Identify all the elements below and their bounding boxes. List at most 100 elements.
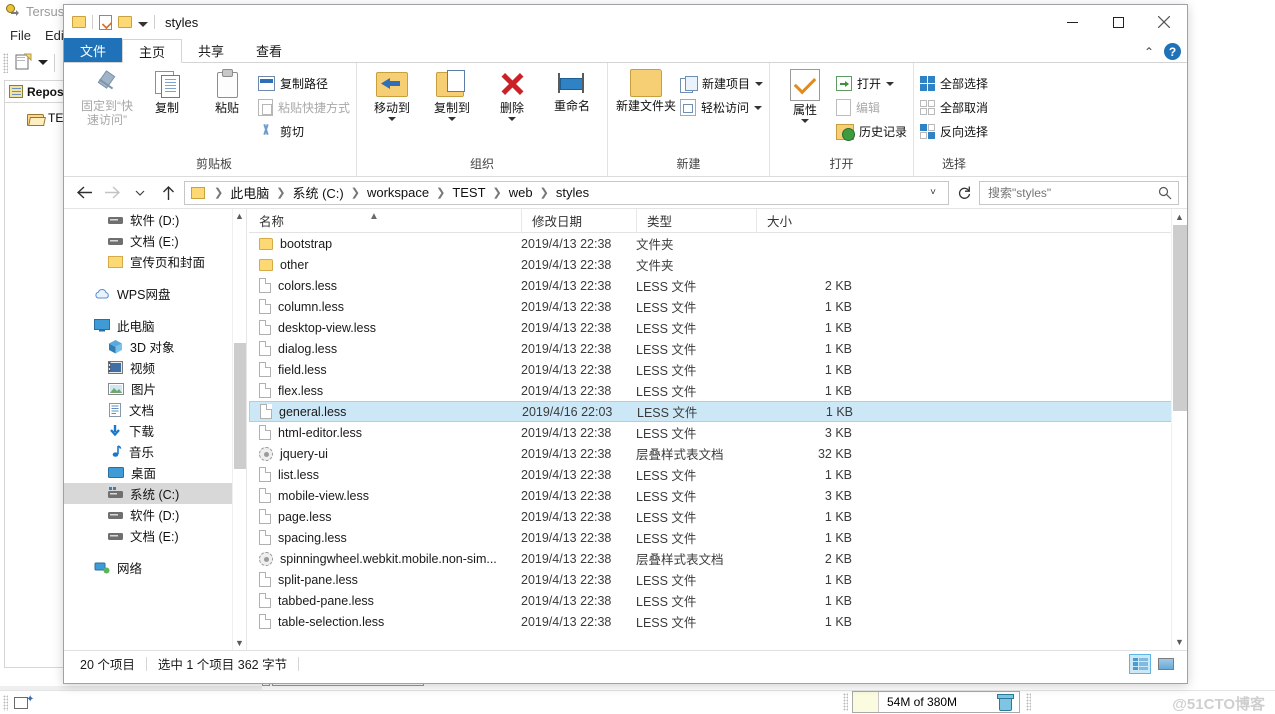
breadcrumb-styles[interactable]: styles	[554, 185, 591, 200]
ribbon-tab-home[interactable]: 主页	[122, 39, 183, 63]
breadcrumb-workspace[interactable]: workspace	[365, 185, 431, 200]
scroll-up-icon[interactable]: ▲	[233, 209, 246, 223]
delete-button[interactable]: 删除	[483, 67, 541, 121]
menu-file[interactable]: File	[10, 28, 31, 43]
pin-to-quick-access-button[interactable]: 固定到“快速访问”	[78, 67, 136, 127]
new-item-button[interactable]: 新建项目	[680, 73, 764, 94]
table-row[interactable]: spinningwheel.webkit.mobile.non-sim... 20…	[249, 548, 1187, 569]
column-headers[interactable]: 名称 ▲ 修改日期 类型 大小	[249, 208, 1187, 233]
view-buttons[interactable]	[1129, 654, 1177, 674]
history-button[interactable]: 历史记录	[836, 121, 907, 142]
nav-item-documents-e-2[interactable]: 文档 (E:)	[64, 525, 234, 546]
window-controls[interactable]	[1049, 5, 1187, 39]
table-row[interactable]: other 2019/4/13 22:38 文件夹	[249, 254, 1187, 275]
chevron-down-icon[interactable]	[801, 119, 810, 123]
chevron-down-icon[interactable]: ˅	[922, 181, 944, 205]
rename-button[interactable]: 重命名	[543, 67, 601, 113]
forward-button[interactable]	[100, 181, 124, 205]
nav-item-promo-folder[interactable]: 宣传页和封面	[64, 251, 234, 272]
table-row[interactable]: mobile-view.less 2019/4/13 22:38 LESS 文件 3 …	[249, 485, 1187, 506]
copy-to-button[interactable]: 复制到	[423, 67, 481, 121]
cut-button[interactable]: 剪切	[258, 121, 350, 142]
nav-item-3d-objects[interactable]: 3D 对象	[64, 336, 234, 357]
table-row[interactable]: table-selection.less 2019/4/13 22:38 LESS …	[249, 611, 1187, 632]
new-folder-icon[interactable]	[118, 16, 132, 28]
chevron-down-icon[interactable]	[388, 117, 397, 121]
refresh-button[interactable]	[953, 181, 975, 205]
large-icons-view-button[interactable]	[1155, 654, 1177, 674]
nav-scrollbar-thumb[interactable]	[234, 343, 246, 469]
chevron-down-icon[interactable]	[886, 81, 895, 86]
recent-locations-button[interactable]	[128, 181, 152, 205]
copy-path-button[interactable]: 复制路径	[258, 73, 350, 94]
paste-shortcut-button[interactable]: 粘贴快捷方式	[258, 97, 350, 118]
minimize-button[interactable]	[1049, 5, 1095, 39]
ribbon-tab-share[interactable]: 共享	[182, 38, 240, 62]
column-header-size[interactable]: 大小	[756, 208, 866, 233]
paste-button[interactable]: 粘贴	[198, 67, 256, 115]
nav-item-network[interactable]: 网络	[64, 557, 234, 578]
breadcrumb-test[interactable]: TEST	[450, 185, 487, 200]
edit-button[interactable]: 编辑	[836, 97, 907, 118]
table-row[interactable]: bootstrap 2019/4/13 22:38 文件夹	[249, 233, 1187, 254]
toolbar-grip[interactable]	[3, 53, 8, 73]
nav-item-pictures[interactable]: 图片	[64, 378, 234, 399]
chevron-down-icon[interactable]	[138, 21, 148, 27]
toolbar-dropdown-caret[interactable]	[38, 60, 48, 65]
folder-icon[interactable]	[72, 16, 86, 28]
table-row[interactable]: page.less 2019/4/13 22:38 LESS 文件 1 KB	[249, 506, 1187, 527]
chevron-down-icon[interactable]	[755, 81, 764, 86]
nav-item-this-pc[interactable]: 此电脑	[64, 315, 234, 336]
table-row[interactable]: list.less 2019/4/13 22:38 LESS 文件 1 KB	[249, 464, 1187, 485]
nav-item-system-c[interactable]: 系统 (C:)	[64, 483, 234, 504]
table-row[interactable]: spacing.less 2019/4/13 22:38 LESS 文件 1 KB	[249, 527, 1187, 548]
back-button[interactable]	[72, 181, 96, 205]
table-row[interactable]: html-editor.less 2019/4/13 22:38 LESS 文件 3 …	[249, 422, 1187, 443]
select-all-button[interactable]: 全部选择	[920, 73, 988, 94]
nav-item-software-d-2[interactable]: 软件 (D:)	[64, 504, 234, 525]
table-row[interactable]: general.less 2019/4/16 22:03 LESS 文件 1 KB	[249, 401, 1187, 422]
table-row[interactable]: jquery-ui 2019/4/13 22:38 层叠样式表文档 32 KB	[249, 443, 1187, 464]
column-header-type[interactable]: 类型	[636, 208, 756, 233]
details-view-button[interactable]	[1129, 654, 1151, 674]
tree-item-test[interactable]: TE	[27, 111, 63, 126]
nav-item-documents[interactable]: 文档	[64, 399, 234, 420]
scroll-down-icon[interactable]: ▼	[233, 636, 246, 650]
garbage-collect-icon[interactable]	[996, 693, 1014, 711]
ribbon-tab-view[interactable]: 查看	[240, 38, 298, 62]
table-row[interactable]: split-pane.less 2019/4/13 22:38 LESS 文件 1 K…	[249, 569, 1187, 590]
table-row[interactable]: tabbed-pane.less 2019/4/13 22:38 LESS 文件 1 …	[249, 590, 1187, 611]
chevron-up-icon[interactable]: ⌃	[1144, 45, 1154, 59]
help-icon[interactable]: ?	[1164, 43, 1181, 60]
search-box[interactable]	[979, 180, 1179, 205]
table-row[interactable]: colors.less 2019/4/13 22:38 LESS 文件 2 KB	[249, 275, 1187, 296]
invert-selection-button[interactable]: 反向选择	[920, 121, 988, 142]
ribbon-tab-file[interactable]: 文件	[64, 38, 123, 62]
table-row[interactable]: desktop-view.less 2019/4/13 22:38 LESS 文件 1…	[249, 317, 1187, 338]
list-scrollbar-thumb[interactable]	[1173, 225, 1187, 411]
breadcrumb-web[interactable]: web	[507, 185, 535, 200]
nav-item-downloads[interactable]: 下载	[64, 420, 234, 441]
close-button[interactable]	[1141, 5, 1187, 39]
properties-icon[interactable]	[99, 14, 112, 30]
table-row[interactable]: column.less 2019/4/13 22:38 LESS 文件 1 KB	[249, 296, 1187, 317]
table-row[interactable]: dialog.less 2019/4/13 22:38 LESS 文件 1 KB	[249, 338, 1187, 359]
quick-access-toolbar[interactable]: styles	[64, 14, 198, 30]
easy-access-button[interactable]: 轻松访问	[680, 97, 763, 118]
tersus-menubar[interactable]: File Edit	[0, 24, 67, 46]
properties-button[interactable]: 属性	[776, 67, 834, 123]
scroll-down-icon[interactable]: ▼	[1172, 634, 1187, 650]
table-row[interactable]: flex.less 2019/4/13 22:38 LESS 文件 1 KB	[249, 380, 1187, 401]
heap-status-widget[interactable]: 54M of 380M	[852, 691, 1020, 713]
chevron-down-icon[interactable]	[508, 117, 517, 121]
nav-item-documents-e[interactable]: 文档 (E:)	[64, 230, 234, 251]
navigation-pane[interactable]: 软件 (D:) 文档 (E:) 宣传页和封面 WPS网盘 此电脑 3D 对象 视…	[64, 209, 246, 650]
nav-item-software-d[interactable]: 软件 (D:)	[64, 209, 234, 230]
select-none-button[interactable]: 全部取消	[920, 97, 988, 118]
open-button[interactable]: 打开	[836, 73, 907, 94]
file-rows[interactable]: bootstrap 2019/4/13 22:38 文件夹 other 2019/4/1…	[249, 233, 1187, 632]
ribbon-tab-strip[interactable]: 文件 主页 共享 查看 ⌃ ?	[64, 38, 1187, 63]
new-document-icon[interactable]	[14, 53, 34, 71]
nav-item-desktop[interactable]: 桌面	[64, 462, 234, 483]
chevron-down-icon[interactable]	[448, 117, 457, 121]
